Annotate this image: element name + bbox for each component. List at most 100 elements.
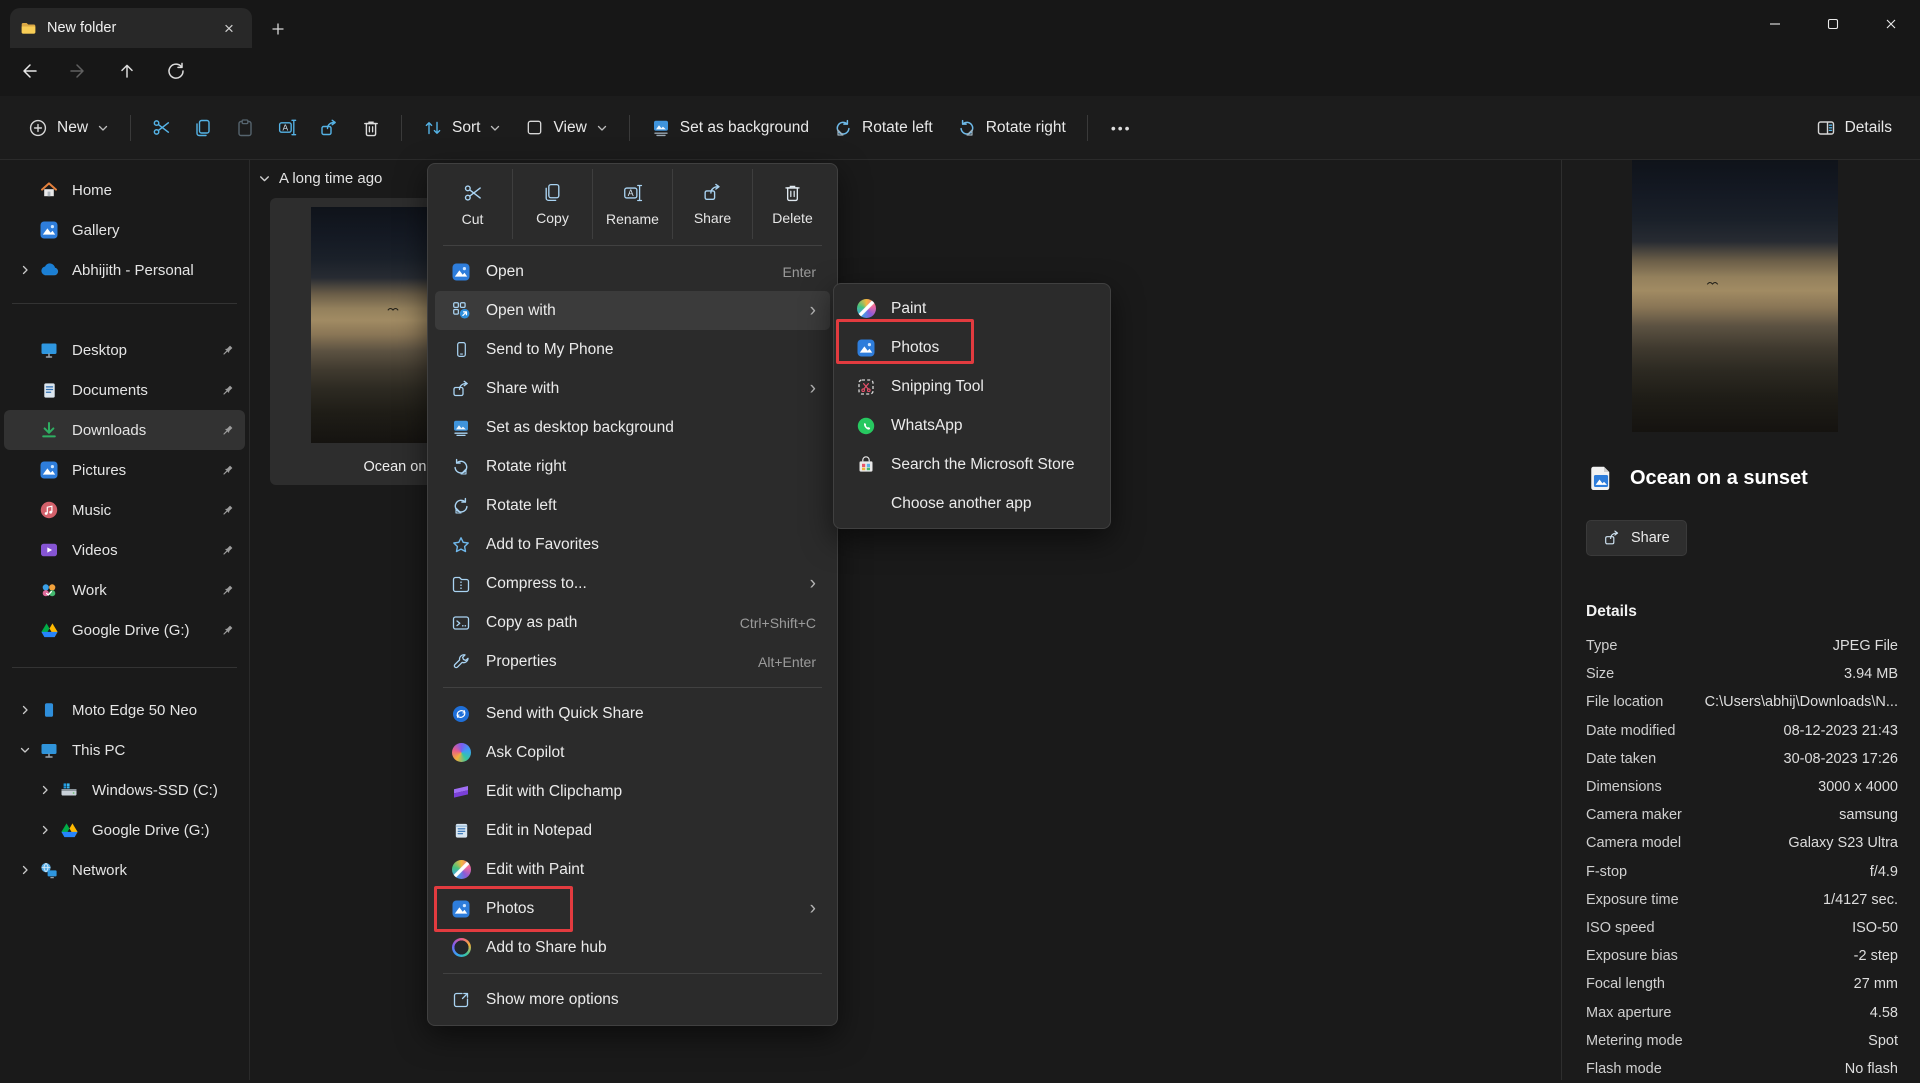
downloads-icon [38, 419, 60, 441]
submenu-item-search-microsoft-store[interactable]: Search the Microsoft Store [840, 445, 1104, 484]
chevron-right-icon[interactable] [12, 704, 38, 716]
rename-button[interactable]: A [266, 108, 308, 148]
menu-item-share-with[interactable]: Share with › [435, 369, 830, 408]
submenu-item-choose-another-app[interactable]: Choose another app [840, 484, 1104, 523]
menu-item-label: Choose another app [891, 495, 1031, 513]
bird-silhouette [387, 306, 399, 313]
delete-button[interactable] [350, 108, 392, 148]
rename-menu-button[interactable]: A Rename [592, 169, 672, 239]
menu-item-edit-in-notepad[interactable]: Edit in Notepad [435, 811, 830, 850]
menu-item-edit-with-clipchamp[interactable]: Edit with Clipchamp [435, 772, 830, 811]
sidebar-item-pictures[interactable]: Pictures [4, 450, 245, 490]
wallpaper-icon [651, 118, 671, 138]
set-as-background-button[interactable]: Set as background [639, 108, 821, 148]
navigation-pane: Home Gallery Abhijith - Personal Desktop… [0, 160, 250, 1080]
sidebar-item-label: Music [72, 502, 111, 519]
menu-item-compress-to[interactable]: Compress to... › [435, 564, 830, 603]
pane-share-button[interactable]: Share [1586, 520, 1687, 556]
work-folder-icon [38, 579, 60, 601]
menu-item-show-more-options[interactable]: Show more options [435, 980, 830, 1019]
menu-item-add-to-favorites[interactable]: Add to Favorites [435, 525, 830, 564]
close-window-button[interactable] [1862, 0, 1920, 48]
sidebar-item-label: Home [72, 182, 112, 199]
menu-item-send-with-quick-share[interactable]: Send with Quick Share [435, 694, 830, 733]
sidebar-item-documents[interactable]: Documents [4, 370, 245, 410]
back-button[interactable] [10, 52, 47, 89]
tab-close-icon[interactable]: × [216, 15, 242, 41]
sidebar-item-windows-ssd[interactable]: Windows-SSD (C:) [4, 770, 245, 810]
sidebar-item-moto-edge[interactable]: Moto Edge 50 Neo [4, 690, 245, 730]
new-tab-button[interactable] [264, 16, 292, 42]
share-icon [449, 378, 473, 400]
copy-menu-button[interactable]: Copy [512, 169, 592, 239]
delete-menu-button[interactable]: Delete [752, 169, 832, 239]
rotate-left-button[interactable]: Rotate left [821, 108, 945, 148]
menu-item-photos[interactable]: Photos › [435, 889, 830, 928]
sidebar-item-onedrive[interactable]: Abhijith - Personal [4, 250, 245, 290]
menu-item-set-as-desktop-background[interactable]: Set as desktop background [435, 408, 830, 447]
refresh-button[interactable] [157, 52, 194, 89]
menu-item-label: Rotate left [486, 497, 557, 515]
menu-item-rotate-left[interactable]: Rotate left [435, 486, 830, 525]
menu-item-copy-as-path[interactable]: Copy as path Ctrl+Shift+C [435, 603, 830, 642]
menu-item-add-to-share-hub[interactable]: Add to Share hub [435, 928, 830, 967]
menu-item-label: Send with Quick Share [486, 705, 644, 723]
cut-button[interactable] [140, 108, 182, 148]
submenu-item-paint[interactable]: Paint [840, 289, 1104, 328]
sidebar-item-gallery[interactable]: Gallery [4, 210, 245, 250]
share-button[interactable] [308, 108, 350, 148]
copy-as-path-icon [449, 612, 473, 634]
minimize-button[interactable] [1746, 0, 1804, 48]
menu-separator [443, 687, 822, 688]
sidebar-item-downloads[interactable]: Downloads [4, 410, 245, 450]
menu-item-open[interactable]: Open Enter [435, 252, 830, 291]
sidebar-item-work[interactable]: Work [4, 570, 245, 610]
menu-item-properties[interactable]: Properties Alt+Enter [435, 642, 830, 681]
new-button[interactable]: New [16, 108, 121, 148]
menu-item-edit-with-paint[interactable]: Edit with Paint [435, 850, 830, 889]
forward-button[interactable] [59, 52, 96, 89]
menu-item-send-to-my-phone[interactable]: Send to My Phone [435, 330, 830, 369]
chevron-right-icon[interactable] [32, 784, 58, 796]
chevron-right-icon[interactable] [12, 864, 38, 876]
sidebar-item-home[interactable]: Home [4, 170, 245, 210]
sidebar-item-google-drive-g[interactable]: Google Drive (G:) [4, 810, 245, 850]
cut-menu-button[interactable]: Cut [433, 169, 512, 239]
sidebar-item-label: Videos [72, 542, 118, 559]
copy-button[interactable] [182, 108, 224, 148]
up-button[interactable] [108, 52, 145, 89]
menu-item-open-with[interactable]: Open with › [435, 291, 830, 330]
maximize-button[interactable] [1804, 0, 1862, 48]
menu-item-rotate-right[interactable]: Rotate right [435, 447, 830, 486]
menu-item-label: WhatsApp [891, 417, 963, 435]
share-menu-button[interactable]: Share [672, 169, 752, 239]
menu-shortcut: Ctrl+Shift+C [740, 615, 816, 631]
sort-button[interactable]: Sort [411, 108, 513, 148]
sidebar-item-videos[interactable]: Videos [4, 530, 245, 570]
details-pane-toggle[interactable]: Details [1804, 108, 1904, 148]
see-more-button[interactable]: ••• [1097, 108, 1146, 148]
sidebar-item-desktop[interactable]: Desktop [4, 330, 245, 370]
menu-item-ask-copilot[interactable]: Ask Copilot [435, 733, 830, 772]
submenu-item-whatsapp[interactable]: WhatsApp [840, 406, 1104, 445]
submenu-item-photos[interactable]: Photos [840, 328, 1104, 367]
submenu-item-snipping-tool[interactable]: Snipping Tool [840, 367, 1104, 406]
explorer-tab[interactable]: New folder × [10, 8, 252, 48]
sidebar-item-this-pc[interactable]: This PC [4, 730, 245, 770]
sidebar-item-music[interactable]: Music [4, 490, 245, 530]
chevron-right-icon[interactable] [32, 824, 58, 836]
group-header[interactable]: A long time ago [258, 170, 382, 187]
set-as-background-label: Set as background [680, 119, 809, 137]
chevron-down-icon[interactable] [12, 744, 38, 756]
sidebar-item-label: Network [72, 862, 127, 879]
view-button[interactable]: View [513, 108, 619, 148]
sidebar-item-network[interactable]: Network [4, 850, 245, 890]
home-icon [38, 179, 60, 201]
chevron-right-icon[interactable] [12, 264, 38, 276]
sidebar-separator [12, 667, 237, 668]
open-with-submenu: Paint Photos Snipping Tool WhatsApp Sear… [833, 283, 1111, 529]
sidebar-item-google-drive[interactable]: Google Drive (G:) [4, 610, 245, 650]
rotate-right-button[interactable]: Rotate right [945, 108, 1078, 148]
paste-button[interactable] [224, 108, 266, 148]
details-file-name: Ocean on a sunset [1630, 467, 1808, 490]
